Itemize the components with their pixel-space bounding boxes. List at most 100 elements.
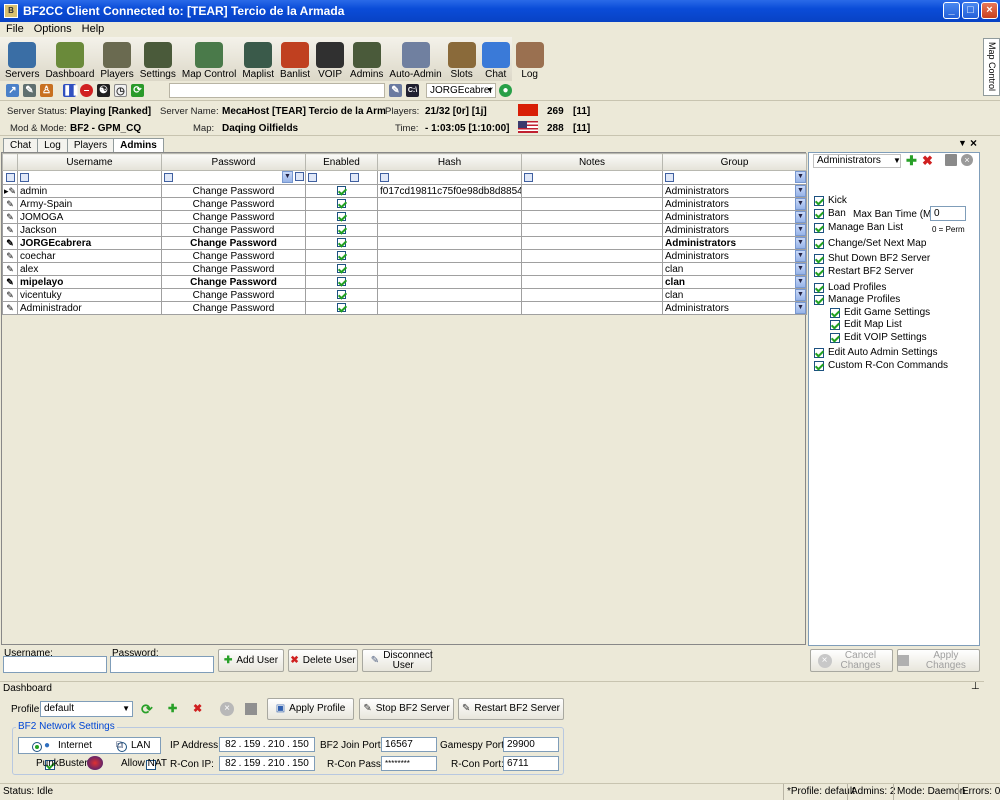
table-row[interactable]: ✎ Army-Spain Change Password Administrators… [2,197,807,211]
notes-cell[interactable] [521,236,663,250]
edit-row-icon[interactable]: ▸✎ [2,184,18,198]
close-button[interactable]: × [981,2,998,19]
notes-cell[interactable] [521,288,663,302]
edit-row-icon[interactable]: ✎ [2,210,18,224]
enabled-cell[interactable] [305,288,378,302]
filter-password[interactable]: ▼ [161,170,306,185]
permission-checkbox[interactable] [814,294,824,305]
group-cell[interactable]: Administrators ▼ [662,223,807,237]
delete-profile-icon[interactable]: ✖ [193,702,202,715]
enabled-cell[interactable] [305,262,378,276]
enabled-cell[interactable] [305,249,378,263]
minimize-button[interactable]: _ [943,2,960,19]
edit-row-icon[interactable]: ✎ [2,288,18,302]
cancel-changes-button[interactable]: × Cancel Changes [810,649,893,672]
toolbar-servers-button[interactable]: Servers [2,37,42,81]
column-header-group[interactable]: Group [662,153,807,171]
permission-edit-auto-admin-settings[interactable]: Edit Auto Admin Settings [814,347,938,358]
password-input[interactable] [110,656,214,673]
permission-ban[interactable]: Ban [814,208,846,219]
table-row[interactable]: ✎ JORGEcabrera Change Password Administrato… [2,236,807,250]
toolbar-players-button[interactable]: Players [97,37,136,81]
permission-checkbox[interactable] [814,208,824,219]
permission-change-set-next-map[interactable]: Change/Set Next Map [814,238,926,249]
permission-checkbox[interactable] [814,195,824,206]
rcon-pass-input[interactable]: ******** [381,756,437,771]
permission-manage-profiles[interactable]: Manage Profiles [814,294,900,305]
toolbar-maplist-button[interactable]: Maplist [239,37,277,81]
rcon-port-input[interactable]: 6711 [503,756,559,771]
chevron-down-icon[interactable]: ▼ [795,263,806,275]
edit-row-icon[interactable]: ✎ [2,236,18,250]
tools-icon[interactable]: ✎ [23,83,36,97]
change-password-button[interactable]: Change Password [161,262,306,276]
save-icon[interactable] [945,154,957,166]
change-password-button[interactable]: Change Password [161,301,306,315]
toolbar-auto-admin-button[interactable]: Auto-Admin [386,37,444,81]
filter-username[interactable] [17,170,162,185]
edit-row-icon[interactable]: ✎ [2,262,18,276]
group-cell[interactable]: Administrators ▼ [662,249,807,263]
notes-cell[interactable] [521,249,663,263]
table-row[interactable]: ✎ Administrador Change Password Administrat… [2,301,807,315]
group-cell[interactable]: Administrators ▼ [662,184,807,198]
chevron-down-icon[interactable]: ▼ [485,84,495,97]
tab-chat[interactable]: Chat [3,138,39,152]
table-row[interactable]: ✎ alex Change Password clan ▼ [2,262,807,276]
toolbar-slots-button[interactable]: Slots [445,37,479,81]
change-password-button[interactable]: Change Password [161,249,306,263]
tab-admins[interactable]: Admins [113,138,164,152]
gamespy-port-input[interactable]: 29900 [503,737,559,752]
username-cell[interactable]: mipelayo [17,275,162,289]
table-row[interactable]: ✎ Jackson Change Password Administrators ▼ [2,223,807,237]
chevron-down-icon[interactable]: ▼ [795,302,806,314]
column-header-username[interactable]: Username [17,153,162,171]
table-row[interactable]: ✎ mipelayo Change Password clan ▼ [2,275,807,289]
clear-filter-icon[interactable] [2,170,18,185]
enabled-cell[interactable] [305,197,378,211]
permission-restart-bf2-server[interactable]: Restart BF2 Server [814,266,914,277]
group-cell[interactable]: Administrators ▼ [662,197,807,211]
username-input[interactable] [3,656,107,673]
tab-players[interactable]: Players [66,138,115,152]
filter-enabled[interactable] [305,170,378,185]
toolbar-admins-button[interactable]: Admins [347,37,386,81]
pause-icon[interactable]: ❚❚ [63,83,80,97]
user-select[interactable]: JORGEcabrer ▼ [426,83,496,98]
column-header-notes[interactable]: Notes [521,153,663,171]
toolbar-chat-button[interactable]: Chat [479,37,513,81]
permission-checkbox[interactable] [814,222,824,233]
hash-cell[interactable]: f017cd19811c75f0e98db8d8854f3 [377,184,522,198]
username-cell[interactable]: coechar [17,249,162,263]
permission-checkbox[interactable] [830,319,840,330]
add-profile-icon[interactable]: ✚ [168,702,177,715]
column-header-password[interactable]: Password [161,153,306,171]
enabled-cell[interactable] [305,275,378,289]
edit-row-icon[interactable]: ✎ [2,197,18,211]
group-cell[interactable]: clan ▼ [662,288,807,302]
rcon-ip-input[interactable]: 82. 159. 210. 150 [219,756,315,771]
enabled-cell[interactable] [305,301,378,315]
table-row[interactable]: ▸✎ admin Change Password f017cd19811c75f0e9… [2,184,807,198]
toolbar-settings-button[interactable]: Settings [137,37,179,81]
notes-cell[interactable] [521,197,663,211]
chevron-down-icon[interactable]: ▼ [795,224,806,236]
hash-cell[interactable] [377,197,522,211]
change-password-button[interactable]: Change Password [161,236,306,250]
group-cell[interactable]: Administrators ▼ [662,210,807,224]
permission-manage-ban-list[interactable]: Manage Ban List [814,222,903,233]
group-select[interactable]: Administrators [813,154,901,168]
enabled-cell[interactable] [305,223,378,237]
enabled-checkbox[interactable] [337,238,346,248]
chevron-down-icon[interactable]: ▼ [795,211,806,223]
notes-cell[interactable] [521,223,663,237]
change-password-button[interactable]: Change Password [161,275,306,289]
bf2cc-app-icon[interactable]: B [4,4,18,18]
enabled-cell[interactable] [305,236,378,250]
pin-icon[interactable]: ⊥ [971,681,980,692]
enabled-checkbox[interactable] [337,186,346,196]
save-icon[interactable] [245,703,257,715]
menu-help[interactable]: Help [79,22,108,36]
edit-row-icon[interactable]: ✎ [2,223,18,237]
chevron-down-icon[interactable]: ▼ [795,276,806,288]
